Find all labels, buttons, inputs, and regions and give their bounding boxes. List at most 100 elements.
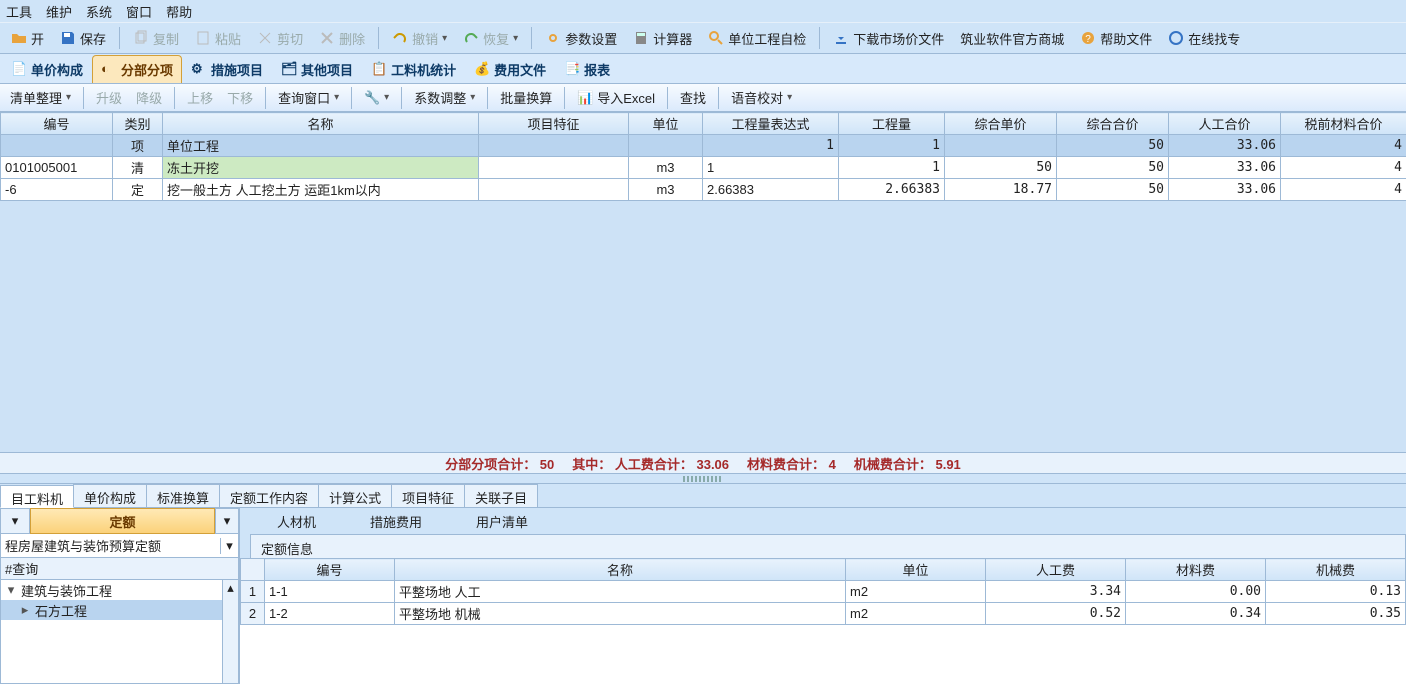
import-excel-button[interactable]: 📊导入Excel bbox=[571, 86, 661, 110]
redo-button[interactable]: 恢复 bbox=[456, 25, 525, 51]
col-uprice[interactable]: 综合单价 bbox=[945, 113, 1057, 135]
upgrade-button[interactable]: 升级 bbox=[90, 86, 128, 110]
downgrade-button[interactable]: 降级 bbox=[130, 86, 168, 110]
online-button[interactable]: 在线找专 bbox=[1161, 25, 1247, 51]
col-labor[interactable]: 人工合价 bbox=[1169, 113, 1281, 135]
col-feat[interactable]: 项目特征 bbox=[479, 113, 629, 135]
rowhead bbox=[241, 559, 265, 581]
tab-feefile[interactable]: 💰费用文件 bbox=[465, 55, 555, 83]
paste-button[interactable]: 粘贴 bbox=[188, 25, 248, 51]
batch-button[interactable]: 批量换算 bbox=[494, 86, 558, 110]
gear-icon: ⚙ bbox=[191, 61, 207, 77]
quota-tab[interactable]: 定额 bbox=[30, 508, 215, 534]
table-row[interactable]: 1 1-1 平整场地 人工 m2 3.34 0.00 0.13 bbox=[241, 581, 1406, 603]
icol-labor[interactable]: 人工费 bbox=[986, 559, 1126, 581]
main-toolbar: 开 保存 复制 粘贴 剪切 删除 撤销 恢复 参数设置 计算器 单位工程自检 下… bbox=[0, 22, 1406, 54]
table-row[interactable]: 项 单位工程 1 1 50 33.06 4 bbox=[1, 135, 1406, 157]
icol-name[interactable]: 名称 bbox=[395, 559, 846, 581]
menu-system[interactable]: 系统 bbox=[86, 2, 112, 21]
coef-button[interactable]: 系数调整 bbox=[408, 86, 481, 110]
download-market-button[interactable]: 下载市场价文件 bbox=[826, 25, 951, 51]
scrollbar[interactable]: ▴ bbox=[222, 580, 238, 683]
params-button[interactable]: 参数设置 bbox=[538, 25, 624, 51]
menu-maintain[interactable]: 维护 bbox=[46, 2, 72, 21]
collapse-button[interactable]: ▾ bbox=[0, 508, 30, 534]
menu-tools[interactable]: 工具 bbox=[6, 2, 32, 21]
icol-no[interactable]: 编号 bbox=[265, 559, 395, 581]
voice-button[interactable]: 语音校对 bbox=[725, 86, 798, 110]
col-qty[interactable]: 工程量 bbox=[839, 113, 945, 135]
menu-window[interactable]: 窗口 bbox=[126, 2, 152, 21]
tool-dropdown[interactable]: 🔧 bbox=[358, 86, 395, 110]
grid-empty-area[interactable] bbox=[0, 201, 1406, 452]
calculator-icon bbox=[633, 30, 649, 46]
tab-other[interactable]: 🗂其他项目 bbox=[272, 55, 362, 83]
grid-header-row: 编号 类别 名称 项目特征 单位 工程量表达式 工程量 综合单价 综合合价 人工… bbox=[1, 113, 1406, 135]
btab-price[interactable]: 单价构成 bbox=[73, 484, 147, 507]
tab-stat[interactable]: 📋工料机统计 bbox=[362, 55, 465, 83]
menu-help[interactable]: 帮助 bbox=[166, 2, 192, 21]
col-no[interactable]: 编号 bbox=[1, 113, 113, 135]
col-total[interactable]: 综合合价 bbox=[1057, 113, 1169, 135]
module-tabs: 📄单价构成 ◐分部分项 ⚙措施项目 🗂其他项目 📋工料机统计 💰费用文件 📑报表 bbox=[0, 54, 1406, 84]
delete-button[interactable]: 删除 bbox=[312, 25, 372, 51]
copy-button[interactable]: 复制 bbox=[126, 25, 186, 51]
open-button[interactable]: 开 bbox=[4, 25, 51, 51]
btab-work[interactable]: 定额工作内容 bbox=[219, 484, 319, 507]
table-row[interactable]: 2 1-2 平整场地 机械 m2 0.52 0.34 0.35 bbox=[241, 603, 1406, 625]
cat-rcl[interactable]: 人材机 bbox=[260, 509, 333, 533]
catalog-select[interactable]: 程房屋建筑与装饰预算定额▾ bbox=[0, 534, 239, 558]
tab-price[interactable]: 📄单价构成 bbox=[2, 55, 92, 83]
scissors-icon bbox=[257, 30, 273, 46]
splitter[interactable] bbox=[0, 474, 1406, 484]
btab-formula[interactable]: 计算公式 bbox=[318, 484, 392, 507]
cat-measure[interactable]: 措施费用 bbox=[353, 509, 439, 533]
col-unit[interactable]: 单位 bbox=[629, 113, 703, 135]
plus-icon[interactable]: ▸ bbox=[19, 602, 31, 618]
mall-button[interactable]: 筑业软件官方商城 bbox=[953, 25, 1071, 51]
query-window-button[interactable]: 查询窗口 bbox=[272, 86, 345, 110]
tab-measure[interactable]: ⚙措施项目 bbox=[182, 55, 272, 83]
btab-related[interactable]: 关联子目 bbox=[464, 484, 538, 507]
calculator-button[interactable]: 计算器 bbox=[626, 25, 699, 51]
minus-icon[interactable]: ▾ bbox=[5, 582, 17, 598]
btab-std[interactable]: 标准换算 bbox=[146, 484, 220, 507]
table-row[interactable]: 0101005001 清 冻土开挖 m3 1 1 50 50 33.06 4 bbox=[1, 157, 1406, 179]
helpfile-button[interactable]: ?帮助文件 bbox=[1073, 25, 1159, 51]
icol-mech[interactable]: 机械费 bbox=[1266, 559, 1406, 581]
col-name[interactable]: 名称 bbox=[163, 113, 479, 135]
cut-button[interactable]: 剪切 bbox=[250, 25, 310, 51]
tab-report[interactable]: 📑报表 bbox=[555, 55, 619, 83]
bottom-tabs: 目工料机 单价构成 标准换算 定额工作内容 计算公式 项目特征 关联子目 bbox=[0, 484, 1406, 508]
col-mat[interactable]: 税前材料合价 bbox=[1281, 113, 1406, 135]
cat-user[interactable]: 用户清单 bbox=[459, 509, 545, 533]
arrange-button[interactable]: 清单整理 bbox=[4, 86, 77, 110]
search-row[interactable]: #查询 bbox=[0, 558, 239, 580]
undo-button[interactable]: 撤销 bbox=[385, 25, 454, 51]
find-button[interactable]: 查找 bbox=[674, 86, 712, 110]
svg-text:?: ? bbox=[1085, 34, 1091, 45]
icol-unit[interactable]: 单位 bbox=[846, 559, 986, 581]
gear-icon bbox=[545, 30, 561, 46]
btab-material[interactable]: 目工料机 bbox=[0, 485, 74, 508]
quota-dd[interactable]: ▾ bbox=[215, 508, 239, 534]
table-row[interactable]: -6 定 挖一般土方 人工挖土方 运距1km以内 m3 2.66383 2.66… bbox=[1, 179, 1406, 201]
tab-fbfx[interactable]: ◐分部分项 bbox=[92, 55, 182, 83]
movedown-button[interactable]: 下移 bbox=[221, 86, 259, 110]
col-cat[interactable]: 类别 bbox=[113, 113, 163, 135]
save-button[interactable]: 保存 bbox=[53, 25, 113, 51]
icol-mat[interactable]: 材料费 bbox=[1126, 559, 1266, 581]
moveup-button[interactable]: 上移 bbox=[181, 86, 219, 110]
tree-item[interactable]: ▸石方工程 bbox=[1, 600, 238, 620]
tree-item[interactable]: ▾建筑与装饰工程 bbox=[1, 580, 238, 600]
delete-icon bbox=[319, 30, 335, 46]
scroll-up-icon[interactable]: ▴ bbox=[223, 580, 238, 594]
col-expr[interactable]: 工程量表达式 bbox=[703, 113, 839, 135]
search-icon bbox=[708, 30, 724, 46]
sum-labor: 其中： 人工费合计： 33.06 bbox=[572, 454, 729, 473]
undo-icon bbox=[392, 30, 408, 46]
btab-feature[interactable]: 项目特征 bbox=[391, 484, 465, 507]
selfcheck-button[interactable]: 单位工程自检 bbox=[701, 25, 813, 51]
report-icon: 📑 bbox=[564, 61, 580, 77]
globe-icon bbox=[1168, 30, 1184, 46]
